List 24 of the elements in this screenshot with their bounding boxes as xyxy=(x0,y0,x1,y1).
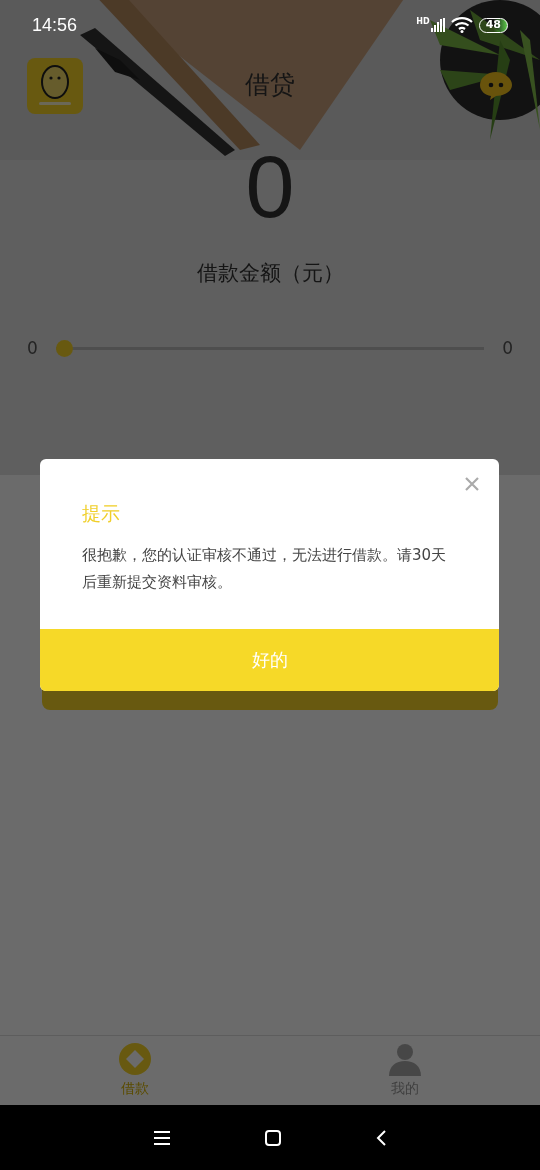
app-logo-icon xyxy=(27,58,83,114)
chat-icon[interactable] xyxy=(479,71,513,101)
diamond-coin-icon xyxy=(118,1042,152,1076)
dialog-message: 很抱歉，您的认证审核不通过，无法进行借款。请30天后重新提交资料审核。 xyxy=(82,544,448,593)
home-icon[interactable] xyxy=(265,1129,281,1146)
slider-min-label: 0 xyxy=(27,336,38,360)
confirm-button[interactable]: 好的 xyxy=(40,628,499,691)
dialog-title: 提示 xyxy=(82,501,121,526)
status-time: 14:56 xyxy=(32,13,78,37)
back-icon[interactable] xyxy=(376,1129,386,1146)
tab[interactable]: 借款 xyxy=(0,1036,270,1105)
slider[interactable] xyxy=(55,339,485,357)
network-label: HD xyxy=(416,18,430,26)
close-icon[interactable] xyxy=(465,477,479,491)
menu-icon[interactable] xyxy=(154,1130,170,1145)
loan-amount: 0 xyxy=(244,142,296,232)
battery-indicator: 48 xyxy=(478,17,508,33)
signal-icon xyxy=(430,18,445,32)
slider-max-label: 0 xyxy=(502,336,513,360)
person-icon xyxy=(388,1042,422,1076)
wifi-icon xyxy=(450,17,473,33)
amount-label: 借款金额（元） xyxy=(195,260,345,287)
page-title: 借贷 xyxy=(245,69,295,101)
slider-thumb[interactable] xyxy=(55,339,73,357)
